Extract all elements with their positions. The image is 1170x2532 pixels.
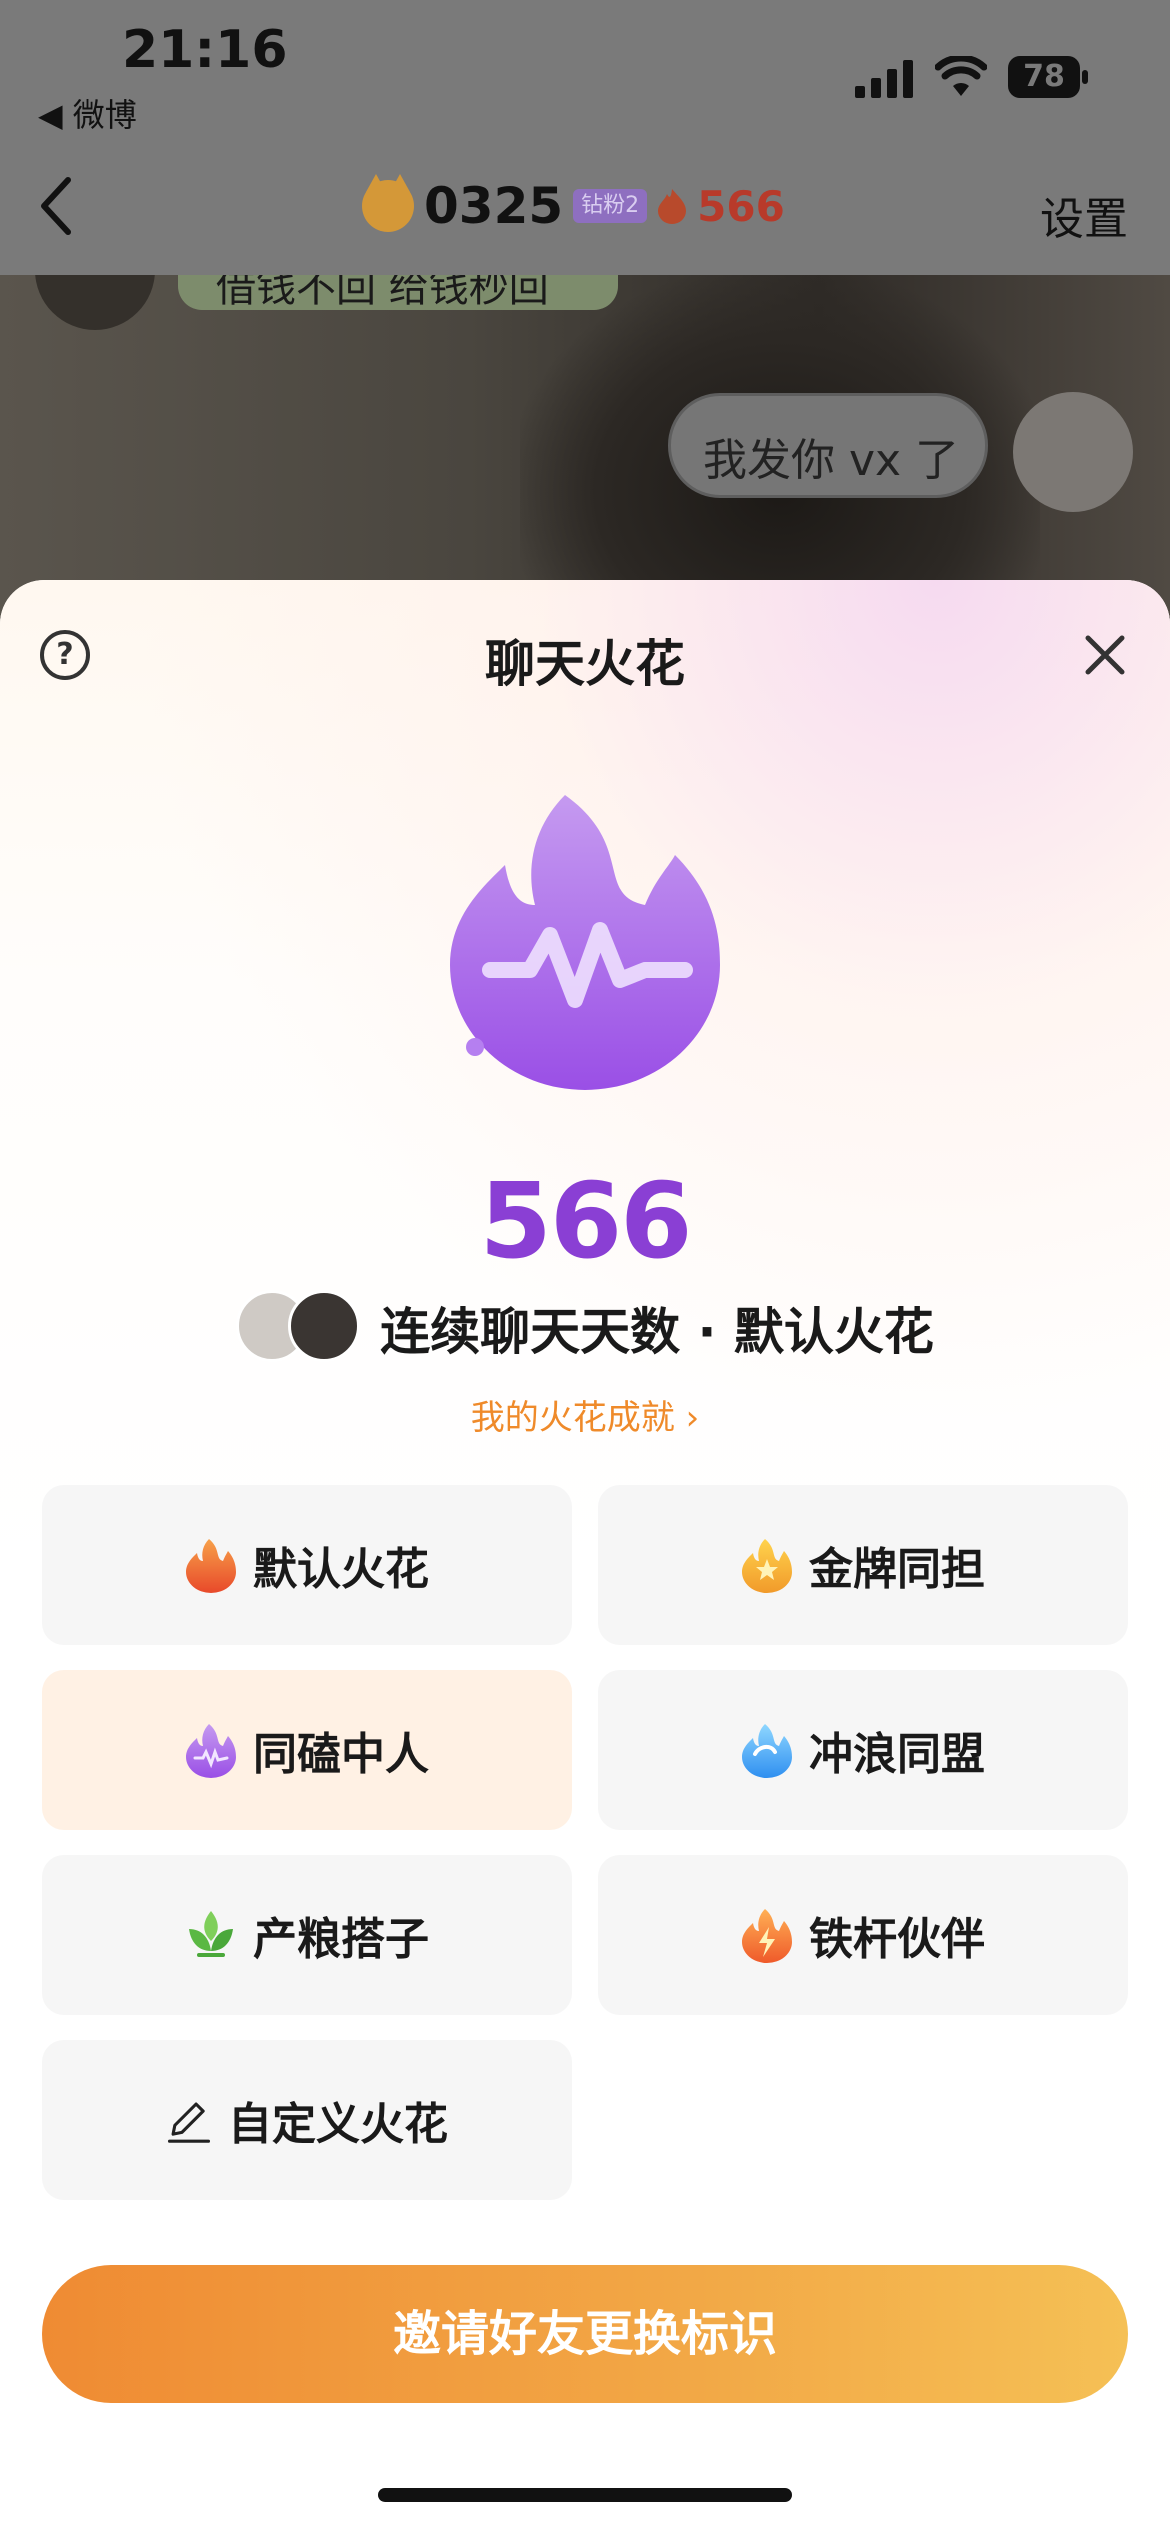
leaf-icon: [189, 1911, 233, 1957]
badge-label: 自定义火花: [228, 2099, 448, 2150]
battery-level: 78: [1023, 59, 1065, 94]
fire-orange-icon: [186, 1539, 236, 1593]
fire-icon: [658, 189, 687, 224]
message-bubble-outgoing[interactable]: 我发你 vx 了: [668, 393, 988, 498]
badge-label: 铁杆伙伴: [809, 1914, 985, 1965]
fan-level-badge: 钻粉2: [573, 189, 648, 223]
badge-label: 金牌同担: [809, 1544, 985, 1595]
badge-option-content[interactable]: 产粮搭子: [42, 1855, 572, 2015]
badge-option-default[interactable]: 默认火花: [42, 1485, 572, 1645]
avatar: [288, 1290, 361, 1362]
badge-option-shipper[interactable]: 同磕中人: [42, 1670, 572, 1830]
badge-label: 冲浪同盟: [809, 1729, 985, 1780]
clock: 21:16: [122, 20, 288, 80]
cellular-signal-icon: [855, 60, 913, 98]
sheet-title: 聊天火花: [485, 635, 685, 693]
message-bubble-incoming[interactable]: 借钱不回 给钱秒回: [178, 275, 618, 311]
star-fire-icon: [742, 1539, 792, 1593]
message-text: 我发你 vx 了: [703, 435, 960, 486]
wave-flame-icon: [742, 1724, 792, 1778]
streak-count: 566: [697, 181, 785, 231]
pencil-icon: [167, 2102, 211, 2143]
back-chevron-icon[interactable]: [36, 176, 76, 236]
cat-avatar-icon: [362, 174, 414, 232]
close-icon[interactable]: [1080, 630, 1130, 680]
back-to-app-link[interactable]: ◀ 微博: [38, 90, 137, 136]
streak-info: 连续聊天天数 · 默认火花: [0, 1290, 1170, 1366]
invite-friend-button[interactable]: 邀请好友更换标识: [42, 2265, 1128, 2403]
message-text: 借钱不回 给钱秒回: [216, 275, 549, 311]
wifi-icon: [935, 56, 987, 96]
streak-label: 连续聊天天数 · 默认火花: [380, 1303, 934, 1361]
badge-option-surfing[interactable]: 冲浪同盟: [598, 1670, 1128, 1830]
participant-avatars: [236, 1290, 366, 1366]
badge-label: 产粮搭子: [253, 1914, 429, 1965]
contact-name: 0325: [424, 177, 564, 235]
chat-title[interactable]: 0325 钻粉2 566: [362, 174, 785, 236]
lightning-flame-icon: [742, 1909, 792, 1963]
spark-bottom-sheet: ? 聊天火花 566 连续聊天天数 · 默认火花 我的火花成就 › 默认火花 金…: [0, 580, 1170, 2532]
purple-flame-icon: [450, 795, 720, 1090]
contact-avatar[interactable]: [35, 275, 155, 330]
battery-icon: 78: [1008, 56, 1088, 98]
chat-messages: 借钱不回 给钱秒回 我发你 vx 了: [0, 275, 1170, 625]
badge-label: 同磕中人: [253, 1729, 429, 1780]
badge-option-gold[interactable]: 金牌同担: [598, 1485, 1128, 1645]
purple-flame-icon: [186, 1724, 236, 1778]
status-bar: 21:16 ◀ 微博 78: [0, 0, 1170, 170]
achievements-link[interactable]: 我的火花成就 ›: [0, 1390, 1170, 1439]
settings-button[interactable]: 设置: [1040, 183, 1128, 247]
badge-label: 默认火花: [253, 1544, 429, 1595]
badge-option-custom[interactable]: 自定义火花: [42, 2040, 572, 2200]
streak-number: 566: [479, 1160, 692, 1282]
my-avatar[interactable]: [1013, 392, 1133, 512]
home-indicator[interactable]: [378, 2488, 792, 2502]
badge-option-loyal[interactable]: 铁杆伙伴: [598, 1855, 1128, 2015]
